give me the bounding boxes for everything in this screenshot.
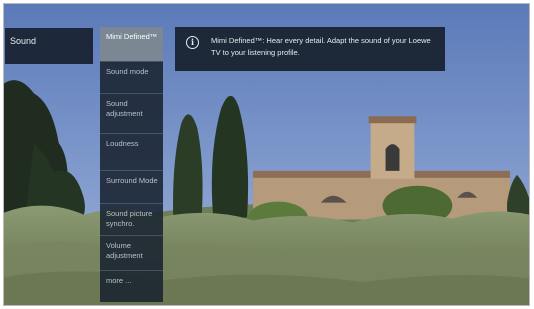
menu-item-label: Loudness — [106, 139, 139, 148]
tv-screen: Sound Mimi Defined™ Sound mode Sound adj… — [3, 3, 530, 306]
menu-item-more[interactable]: more ... — [100, 270, 163, 302]
menu-item-mimi-defined[interactable]: Mimi Defined™ — [100, 27, 163, 61]
menu-item-label: Sound mode — [106, 67, 149, 76]
menu-item-label: Surround Mode — [106, 176, 158, 185]
menu-item-label: more ... — [106, 276, 132, 285]
info-panel: i Mimi Defined™: Hear every detail. Adap… — [175, 27, 445, 71]
menu-item-sound-adjustment[interactable]: Sound adjustment — [100, 93, 163, 133]
menu-item-surround-mode[interactable]: Surround Mode — [100, 170, 163, 203]
menu-item-loudness[interactable]: Loudness — [100, 133, 163, 170]
menu-item-label: Volume adjustment — [106, 241, 143, 260]
menu-item-sound-picture-synchro[interactable]: Sound picture synchro. — [100, 203, 163, 235]
osd-section-title: Sound — [5, 28, 93, 64]
menu-item-label: Sound adjustment — [106, 99, 143, 118]
sound-menu: Mimi Defined™ Sound mode Sound adjustmen… — [100, 27, 163, 302]
info-text: Mimi Defined™: Hear every detail. Adapt … — [211, 36, 431, 57]
menu-item-label: Mimi Defined™ — [106, 32, 158, 41]
menu-item-volume-adjustment[interactable]: Volume adjustment — [100, 235, 163, 270]
osd-section-title-label: Sound — [10, 36, 37, 46]
menu-item-sound-mode[interactable]: Sound mode — [100, 61, 163, 93]
info-icon: i — [186, 36, 199, 49]
menu-item-label: Sound picture synchro. — [106, 209, 153, 228]
